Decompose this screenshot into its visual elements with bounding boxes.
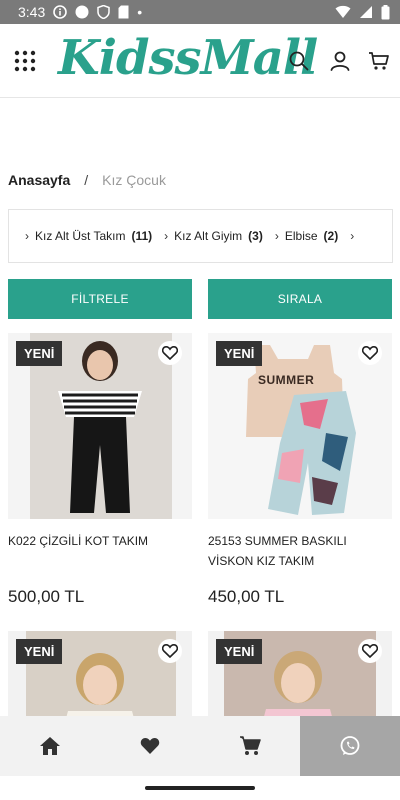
user-icon[interactable]	[329, 50, 351, 72]
breadcrumb-separator: /	[84, 172, 89, 188]
product-card[interactable]: YENİ K022 ÇİZGİLİ KOT TAKIM 500,00 TL	[8, 333, 192, 606]
gesture-bar	[0, 776, 400, 800]
category-item[interactable]: ›	[350, 229, 354, 243]
breadcrumb-home[interactable]: Anasayfa	[8, 172, 70, 188]
product-card[interactable]: SUMMER YENİ 25153 SUMMER BASKILI VİSKON …	[208, 333, 392, 606]
heart-outline-icon	[362, 644, 378, 658]
new-badge: YENİ	[216, 341, 263, 366]
heart-icon	[140, 738, 160, 754]
cart-icon[interactable]	[368, 50, 390, 72]
sd-card-icon	[118, 5, 129, 19]
category-count: (11)	[131, 229, 153, 243]
category-scroller[interactable]: › Kız Alt Üst Takım (11) › Kız Alt Giyim…	[8, 209, 393, 263]
category-item[interactable]: › Kız Alt Giyim (3)	[164, 229, 263, 243]
clock: 3:43	[18, 4, 46, 20]
new-badge: YENİ	[16, 639, 63, 664]
home-gesture-handle[interactable]	[145, 786, 255, 790]
search-icon[interactable]	[288, 50, 310, 72]
product-price: 500,00 TL	[8, 587, 85, 606]
logo[interactable]: KidssMall	[58, 30, 318, 86]
status-bar: 3:43 •	[0, 0, 400, 24]
favorite-button[interactable]	[158, 639, 182, 663]
signal-icon	[359, 5, 373, 19]
product-price: 450,00 TL	[208, 587, 285, 606]
whatsapp-icon	[340, 736, 360, 755]
product-name[interactable]: 25153 SUMMER BASKILI VİSKON KIZ TAKIM	[208, 531, 392, 571]
product-image[interactable]: SUMMER YENİ	[208, 333, 392, 519]
header: KidssMall	[0, 24, 400, 98]
favorite-button[interactable]	[358, 341, 382, 365]
nav-cart[interactable]	[200, 716, 300, 776]
breadcrumb: Anasayfa / Kız Çocuk	[8, 172, 166, 188]
info-icon	[53, 5, 68, 19]
battery-icon	[381, 4, 390, 20]
breadcrumb-current: Kız Çocuk	[102, 172, 166, 188]
shield-icon	[97, 5, 110, 19]
print-text: SUMMER	[258, 373, 315, 387]
home-icon	[40, 737, 60, 755]
bottom-nav	[0, 716, 400, 776]
heart-outline-icon	[162, 346, 178, 360]
chevron-right-icon: ›	[350, 229, 355, 243]
wifi-icon	[335, 5, 351, 19]
category-label: Kız Alt Üst Takım	[35, 229, 126, 243]
category-item[interactable]: › Elbise (2)	[275, 229, 338, 243]
favorite-button[interactable]	[158, 341, 182, 365]
nav-home[interactable]	[0, 716, 100, 776]
category-count: (3)	[248, 229, 263, 243]
chevron-right-icon: ›	[25, 229, 29, 243]
product-image[interactable]: YENİ	[8, 333, 192, 519]
nav-whatsapp[interactable]	[300, 716, 400, 776]
filter-button[interactable]: FİLTRELE	[8, 279, 192, 319]
new-badge: YENİ	[16, 341, 63, 366]
favorite-button[interactable]	[358, 639, 382, 663]
category-item[interactable]: › Kız Alt Üst Takım (11)	[25, 229, 152, 243]
nav-favorites[interactable]	[100, 716, 200, 776]
category-count: (2)	[323, 229, 339, 243]
notification-dot: •	[137, 4, 143, 20]
heart-outline-icon	[162, 644, 178, 658]
chevron-right-icon: ›	[164, 229, 169, 243]
sort-button[interactable]: SIRALA	[208, 279, 392, 319]
grid-menu-icon[interactable]	[12, 48, 38, 74]
new-badge: YENİ	[216, 639, 263, 664]
product-name[interactable]: K022 ÇİZGİLİ KOT TAKIM	[8, 531, 192, 551]
circle-status-icon	[75, 5, 89, 19]
category-label: Kız Alt Giyim	[174, 229, 243, 243]
cart-icon	[240, 736, 261, 755]
category-label: Elbise	[284, 229, 318, 243]
heart-outline-icon	[362, 346, 378, 360]
chevron-right-icon: ›	[274, 229, 279, 243]
